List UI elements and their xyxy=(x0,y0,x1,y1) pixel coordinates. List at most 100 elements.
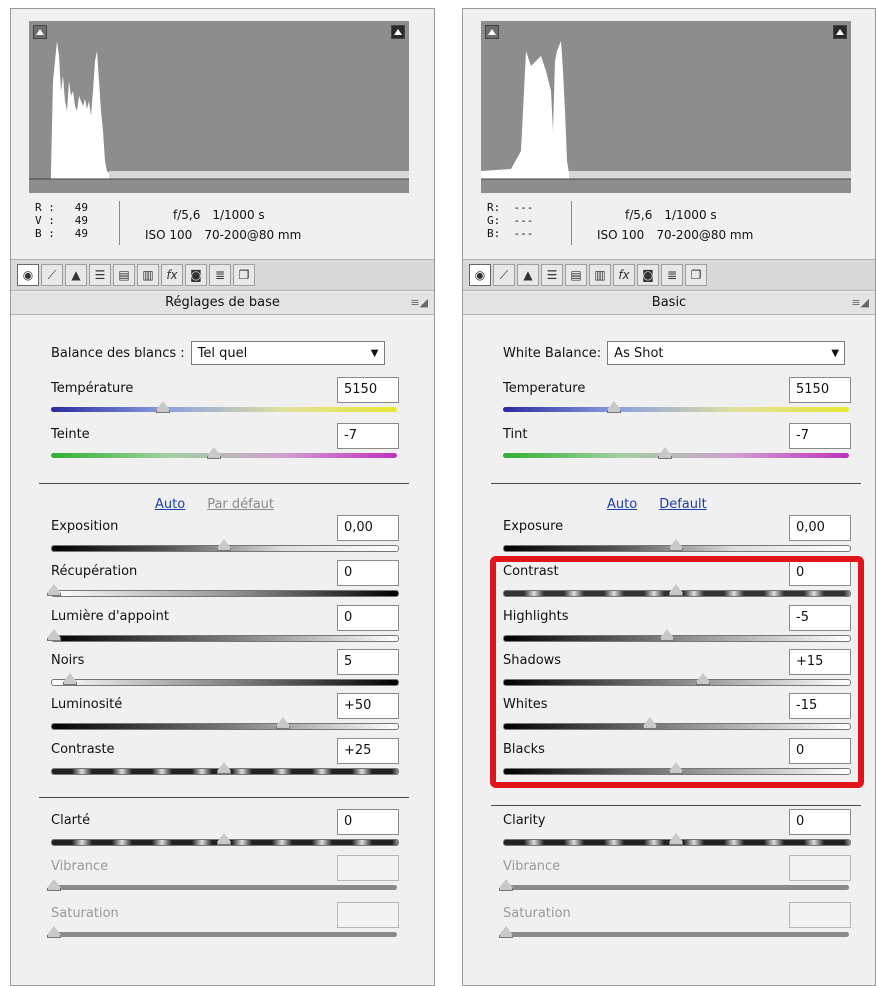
slider-thumb[interactable] xyxy=(607,401,621,413)
slider-value-field[interactable]: +25 xyxy=(337,738,399,764)
slider-value-field[interactable]: 0 xyxy=(337,809,399,835)
slider-track xyxy=(51,932,397,937)
image-readout: R: --- G: --- B: --- f/5,6 1/1000 s ISO … xyxy=(477,193,867,253)
slider-thumb[interactable] xyxy=(217,833,231,845)
slider-thumb[interactable] xyxy=(207,447,221,459)
readout-divider xyxy=(571,201,572,245)
slider-value-field[interactable]: 0 xyxy=(337,605,399,631)
blacks-slider[interactable]: Noirs 5 xyxy=(51,649,399,693)
slider-track[interactable] xyxy=(51,679,399,686)
recovery-slider[interactable]: Récupération 0 xyxy=(47,560,399,604)
slider-track[interactable] xyxy=(503,453,849,458)
slider-label: Vibrance xyxy=(503,859,561,874)
slider-thumb[interactable] xyxy=(217,762,231,774)
auto-link[interactable]: Auto xyxy=(155,497,185,512)
auto-default-links: Auto Par défaut xyxy=(155,497,274,512)
tone-curve-icon[interactable]: ⟋ xyxy=(493,264,515,286)
slider-thumb[interactable] xyxy=(47,584,61,596)
slider-track[interactable] xyxy=(503,407,849,412)
white-balance-label: White Balance: xyxy=(503,345,602,361)
slider-thumb[interactable] xyxy=(63,673,77,685)
white-balance-select[interactable]: Tel quel ▼ xyxy=(190,341,385,365)
snapshots-icon[interactable]: ❐ xyxy=(233,264,255,286)
presets-icon[interactable]: ≣ xyxy=(661,264,683,286)
hsl-icon[interactable]: ☰ xyxy=(541,264,563,286)
slider-track[interactable] xyxy=(51,407,397,412)
snapshots-icon[interactable]: ❐ xyxy=(685,264,707,286)
slider-label: Clarity xyxy=(503,813,546,828)
presets-icon[interactable]: ≣ xyxy=(209,264,231,286)
temperature-slider[interactable]: Température 5150 xyxy=(51,377,399,421)
slider-thumb xyxy=(47,926,61,938)
vibrance-slider: Vibrance xyxy=(47,855,399,899)
basic-icon[interactable]: ◉ xyxy=(469,264,491,286)
slider-label: Exposure xyxy=(503,519,564,534)
camera-calibration-icon[interactable]: ◙ xyxy=(185,264,207,286)
slider-value-field[interactable]: 0 xyxy=(337,560,399,586)
slider-track[interactable] xyxy=(51,635,399,642)
slider-track[interactable] xyxy=(51,590,399,597)
highlight-clipping-warning-button[interactable] xyxy=(391,25,405,39)
auto-link[interactable]: Auto xyxy=(607,497,637,512)
default-link[interactable]: Default xyxy=(659,497,707,512)
slider-track xyxy=(51,885,397,890)
default-link[interactable]: Par défaut xyxy=(207,497,274,512)
r-value: R: --- xyxy=(487,201,534,214)
slider-thumb[interactable] xyxy=(276,717,290,729)
highlight-clipping-warning-button[interactable] xyxy=(833,25,847,39)
slider-value-field[interactable]: 5150 xyxy=(337,377,399,403)
temperature-slider[interactable]: Temperature 5150 xyxy=(503,377,851,421)
basic-icon[interactable]: ◉ xyxy=(17,264,39,286)
slider-thumb[interactable] xyxy=(47,629,61,641)
contrast-slider[interactable]: Contraste +25 xyxy=(51,738,399,782)
brightness-slider[interactable]: Luminosité +50 xyxy=(51,693,399,737)
image-readout: R : 49 V : 49 B : 49 f/5,6 1/1000 s ISO … xyxy=(25,193,415,253)
tint-slider[interactable]: Tint -7 xyxy=(503,423,851,467)
exposure-slider[interactable]: Exposure 0,00 xyxy=(503,515,851,559)
slider-thumb[interactable] xyxy=(658,447,672,459)
split-toning-icon[interactable]: ▤ xyxy=(565,264,587,286)
panel-menu-icon[interactable]: ≡◢ xyxy=(851,292,869,314)
section-divider xyxy=(39,483,409,484)
readout-divider xyxy=(119,201,120,245)
slider-label: Exposition xyxy=(51,519,119,534)
slider-label: Luminosité xyxy=(51,697,123,712)
slider-value-field[interactable]: 0,00 xyxy=(337,515,399,541)
detail-icon[interactable]: ▲ xyxy=(65,264,87,286)
clarity-slider[interactable]: Clarity 0 xyxy=(503,809,851,853)
lens-corrections-icon[interactable]: ▥ xyxy=(589,264,611,286)
lens-corrections-icon[interactable]: ▥ xyxy=(137,264,159,286)
slider-track[interactable] xyxy=(51,453,397,458)
effects-fx-icon[interactable]: fx xyxy=(613,264,635,286)
slider-track[interactable] xyxy=(51,723,399,730)
panel-menu-icon[interactable]: ≡◢ xyxy=(410,292,428,314)
split-toning-icon[interactable]: ▤ xyxy=(113,264,135,286)
clarity-slider[interactable]: Clarté 0 xyxy=(51,809,399,853)
effects-fx-icon[interactable]: fx xyxy=(161,264,183,286)
histogram xyxy=(481,21,851,193)
tone-curve-icon[interactable]: ⟋ xyxy=(41,264,63,286)
slider-value-field[interactable]: -7 xyxy=(337,423,399,449)
camera-raw-panel-french: R : 49 V : 49 B : 49 f/5,6 1/1000 s ISO … xyxy=(10,8,435,986)
g-value: G: --- xyxy=(487,214,534,227)
shadow-clipping-warning-button[interactable] xyxy=(33,25,47,39)
slider-value-field[interactable]: 5 xyxy=(337,649,399,675)
slider-value-field[interactable]: 0,00 xyxy=(789,515,851,541)
slider-value-field[interactable]: -7 xyxy=(789,423,851,449)
white-balance-select[interactable]: As Shot ▼ xyxy=(607,341,846,365)
slider-thumb[interactable] xyxy=(669,539,683,551)
slider-value-field[interactable]: 5150 xyxy=(789,377,851,403)
slider-thumb[interactable] xyxy=(669,833,683,845)
camera-calibration-icon[interactable]: ◙ xyxy=(637,264,659,286)
exposure-slider[interactable]: Exposition 0,00 xyxy=(51,515,399,559)
slider-value-field[interactable]: 0 xyxy=(789,809,851,835)
detail-icon[interactable]: ▲ xyxy=(517,264,539,286)
slider-value-field[interactable]: +50 xyxy=(337,693,399,719)
slider-thumb[interactable] xyxy=(156,401,170,413)
fill-light-slider[interactable]: Lumière d'appoint 0 xyxy=(47,605,399,649)
shadow-clipping-warning-button[interactable] xyxy=(485,25,499,39)
white-balance-value: Tel quel xyxy=(197,345,248,361)
slider-thumb[interactable] xyxy=(217,539,231,551)
tint-slider[interactable]: Teinte -7 xyxy=(51,423,399,467)
hsl-icon[interactable]: ☰ xyxy=(89,264,111,286)
